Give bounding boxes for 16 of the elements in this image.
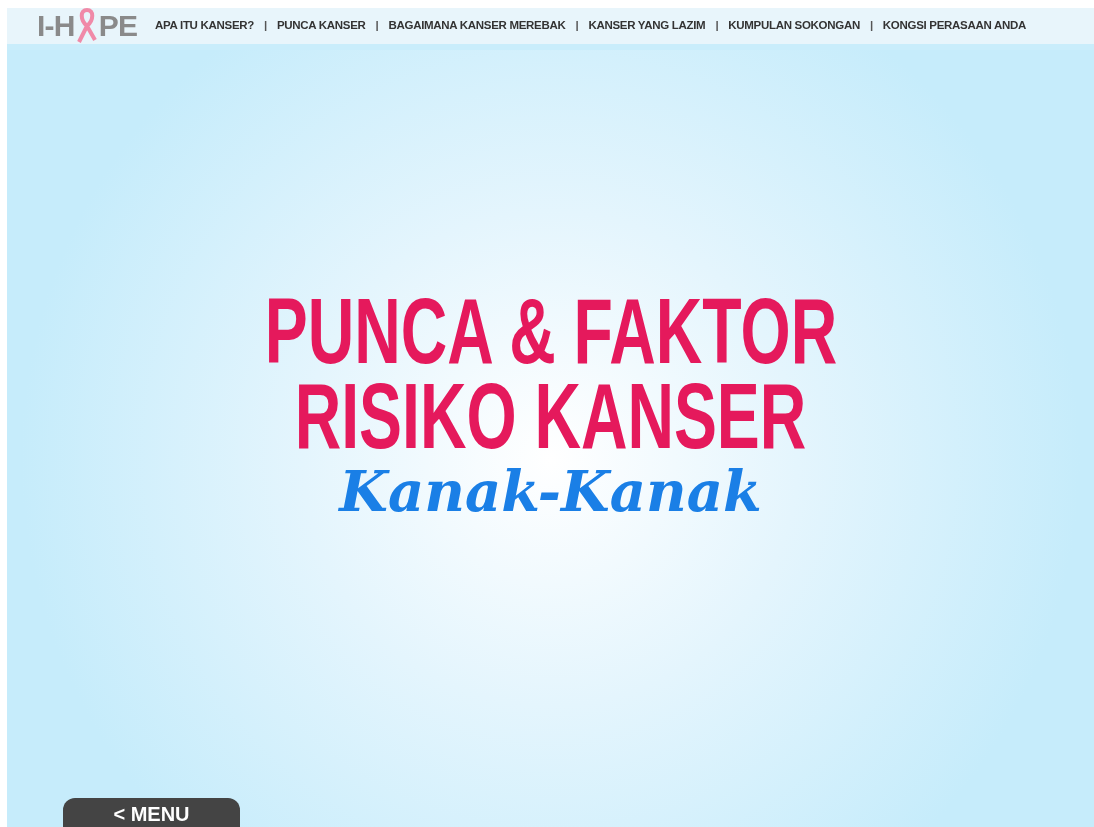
nav-link[interactable]: PUNCA KANSER [276, 17, 366, 35]
nav-separator: | [375, 18, 379, 34]
nav-separator: | [264, 18, 267, 34]
subtitle: Kanak-Kanak [339, 462, 762, 519]
nav-link[interactable]: APA ITU KANSER? [155, 17, 254, 35]
nav-link[interactable]: KANSER YANG LAZIM [588, 17, 706, 35]
nav-separator: | [869, 18, 873, 34]
ribbon-icon [75, 8, 98, 44]
title-line: RISIKO KANSER [294, 374, 807, 459]
title-line: PUNCA & FAKTOR [264, 289, 837, 374]
nav-separator: | [575, 18, 579, 34]
nav-link[interactable]: KUMPULAN SOKONGAN [728, 17, 860, 35]
nav-separator: | [715, 18, 719, 34]
nav-link[interactable]: KONGSI PERASAAN ANDA [882, 17, 1026, 35]
menu-button[interactable]: < MENU [63, 798, 240, 827]
nav-link[interactable]: BAGAIMANA KANSER MEREBAK [388, 17, 566, 35]
